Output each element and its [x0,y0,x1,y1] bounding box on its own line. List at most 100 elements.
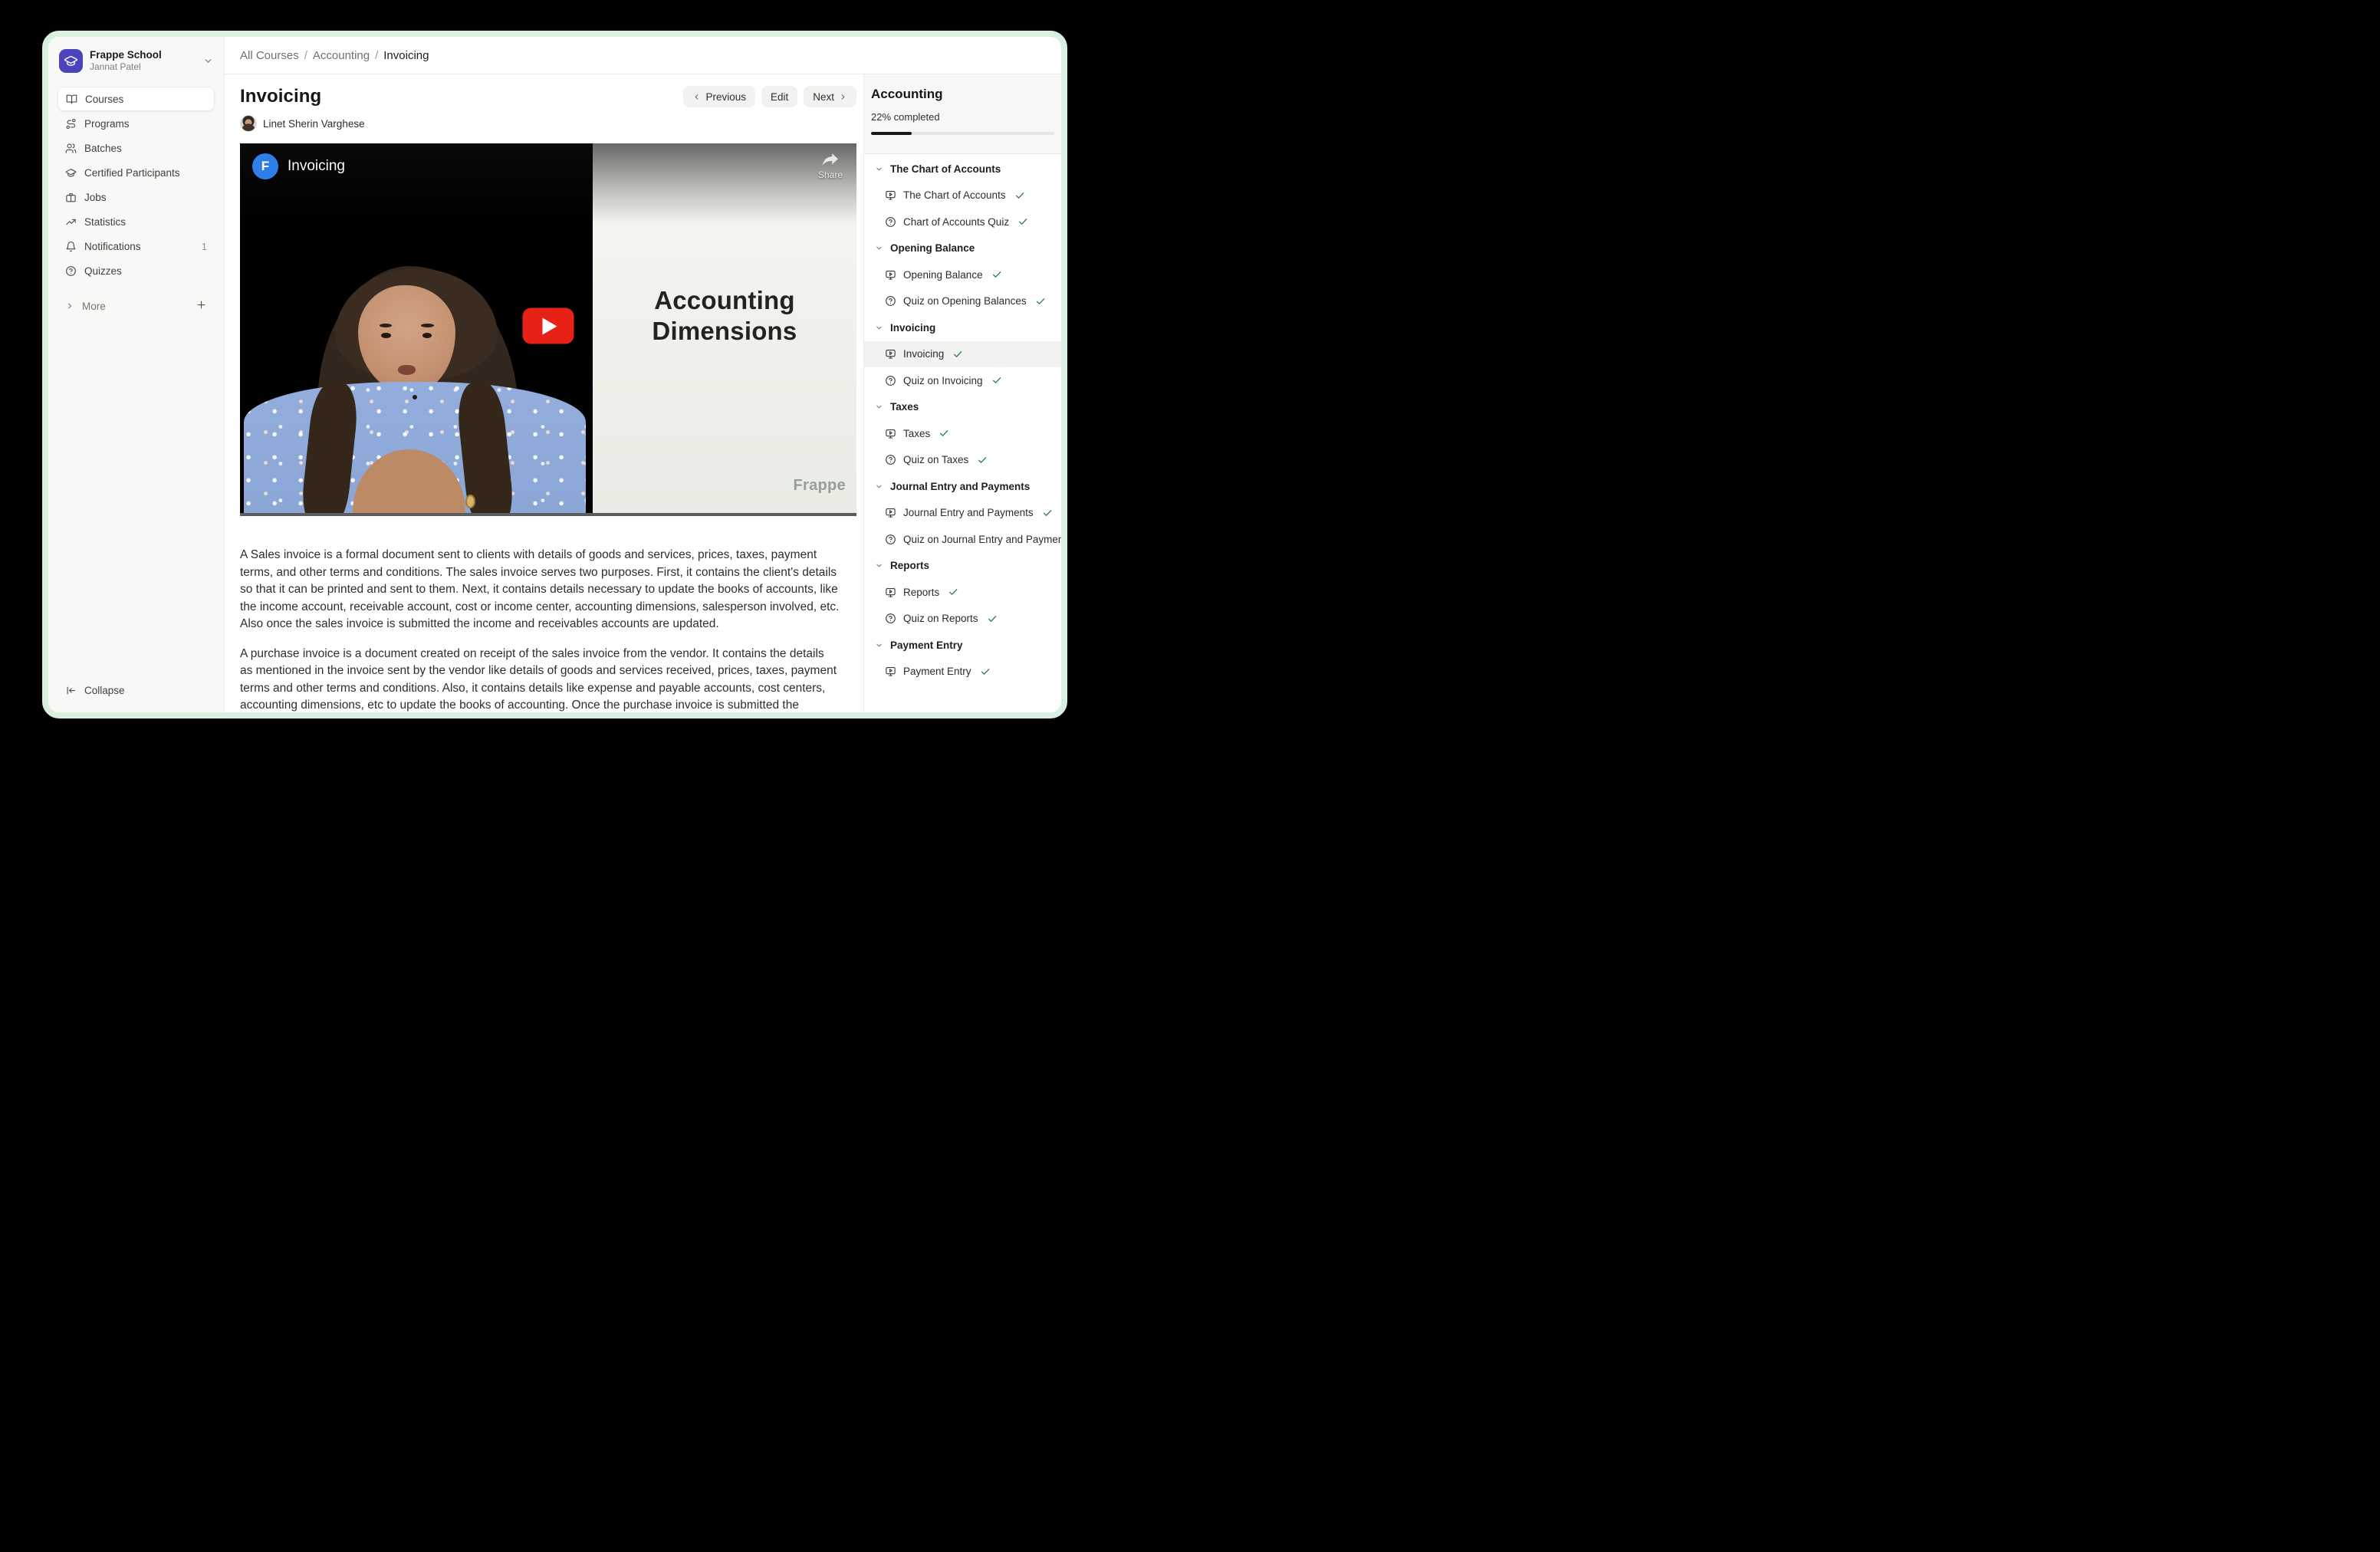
course-title: Accounting [871,87,1054,102]
lesson-title: Quiz on Opening Balances [903,295,1027,307]
chevron-left-icon [692,93,701,101]
next-button[interactable]: Next [804,86,856,107]
breadcrumb-accounting[interactable]: Accounting [313,49,370,62]
circle-help-icon [885,295,896,307]
chevron-down-icon [875,403,883,411]
lesson-paragraph: A purchase invoice is a document created… [240,646,840,713]
chapter-header[interactable]: Journal Entry and Payments [864,473,1061,500]
channel-avatar[interactable]: F [252,153,278,179]
notification-count-badge: 1 [202,241,207,252]
sidebar-item-label: Courses [85,94,123,105]
lesson-title: Invoicing [903,348,944,360]
add-button[interactable] [196,299,207,313]
book-open-icon [66,94,77,105]
lesson-row[interactable]: Quiz on Journal Entry and Payments [864,526,1061,553]
play-button[interactable] [523,308,574,344]
completed-check-icon [1042,508,1053,518]
progress-bar [871,132,1054,135]
chapter-header[interactable]: The Chart of Accounts [864,156,1061,182]
video-player[interactable]: Accounting Dimensions Frappe F Invoicing [240,143,856,516]
monitor-play-icon [885,587,896,598]
screenshot-stage: Frappe School Jannat Patel Courses Progr… [0,0,1190,776]
outline-list: The Chart of Accounts The Chart of Accou… [864,154,1061,712]
sidebar-item-certified-participants[interactable]: Certified Participants [58,160,215,185]
share-button[interactable]: Share [818,153,843,180]
collapse-icon [65,685,77,696]
frappe-watermark: Frappe [794,477,846,495]
completed-check-icon [939,428,949,439]
lesson-paragraph: A Sales invoice is a formal document sen… [240,547,840,633]
lesson-row[interactable]: The Chart of Accounts [864,182,1061,209]
video-title[interactable]: Invoicing [288,158,345,175]
edit-button[interactable]: Edit [761,86,797,107]
author-avatar [240,115,257,132]
chapter-title: Invoicing [890,322,935,334]
monitor-play-icon [885,428,896,439]
lesson-title: Journal Entry and Payments [903,507,1034,518]
lesson-title: The Chart of Accounts [903,189,1006,201]
circle-help-icon [885,454,896,465]
chapter-header[interactable]: Invoicing [864,314,1061,341]
lesson-title: Quiz on Invoicing [903,375,983,386]
previous-button[interactable]: Previous [683,86,755,107]
chapter-title: Taxes [890,401,919,413]
lesson-content: Invoicing Previous Edit Next [225,74,863,712]
more-label: More [82,301,106,312]
lesson-body-text: A Sales invoice is a formal document sen… [240,547,840,712]
breadcrumb-all-courses[interactable]: All Courses [240,49,299,62]
lesson-row[interactable]: Quiz on Invoicing [864,367,1061,394]
chevron-down-icon [875,482,883,491]
user-name: Jannat Patel [90,61,196,73]
lesson-row[interactable]: Taxes [864,420,1061,447]
bell-icon [65,241,77,252]
sidebar-item-jobs[interactable]: Jobs [58,185,215,209]
circle-help-icon [885,613,896,624]
lesson-row[interactable]: Opening Balance [864,261,1061,288]
school-switcher[interactable]: Frappe School Jannat Patel [58,49,215,73]
chapter-header[interactable]: Reports [864,553,1061,580]
lesson-row[interactable]: Quiz on Opening Balances [864,288,1061,315]
chevron-right-icon [65,301,74,311]
chevron-down-icon [875,561,883,570]
route-icon [65,118,77,130]
lesson-row[interactable]: Invoicing [864,341,1061,368]
lesson-row[interactable]: Quiz on Reports [864,606,1061,633]
sidebar-item-label: Certified Participants [84,167,180,179]
lesson-row[interactable]: Journal Entry and Payments [864,500,1061,527]
sidebar-item-statistics[interactable]: Statistics [58,209,215,234]
app-window: Frappe School Jannat Patel Courses Progr… [42,31,1067,718]
monitor-play-icon [885,269,896,281]
completed-check-icon [1014,190,1025,201]
chapter-title: Opening Balance [890,242,975,254]
sidebar-item-label: Statistics [84,216,126,228]
collapse-sidebar-button[interactable]: Collapse [58,679,215,702]
sidebar-item-label: Batches [84,143,122,154]
sidebar-nav: Courses Programs Batches Certified Parti… [58,87,215,283]
briefcase-icon [65,192,77,203]
lesson-row[interactable]: Reports [864,579,1061,606]
chapter-header[interactable]: Payment Entry [864,632,1061,659]
lesson-row[interactable]: Quiz on Taxes [864,447,1061,474]
sidebar-item-programs[interactable]: Programs [58,111,215,136]
circle-help-icon [885,216,896,228]
lesson-title: Quiz on Reports [903,613,978,624]
chapter-header[interactable]: Taxes [864,394,1061,421]
slide-title: Accounting Dimensions [593,285,856,347]
lesson-row[interactable]: Payment Entry [864,659,1061,686]
chevron-down-icon [875,324,883,332]
completed-check-icon [1035,296,1046,307]
sidebar-item-courses[interactable]: Courses [58,87,215,111]
chevron-down-icon [875,244,883,252]
chevron-down-icon [203,56,213,66]
sidebar-item-more[interactable]: More [58,294,215,317]
sidebar-item-batches[interactable]: Batches [58,136,215,160]
breadcrumb: All Courses / Accounting / Invoicing [225,37,1061,74]
lesson-row[interactable]: Chart of Accounts Quiz [864,209,1061,235]
completed-check-icon [948,587,958,597]
sidebar-item-quizzes[interactable]: Quizzes [58,258,215,283]
lesson-title: Quiz on Taxes [903,454,968,465]
page-title: Invoicing [240,86,321,107]
sidebar-item-label: Programs [84,118,130,130]
sidebar-item-notifications[interactable]: Notifications 1 [58,234,215,258]
chapter-header[interactable]: Opening Balance [864,235,1061,262]
